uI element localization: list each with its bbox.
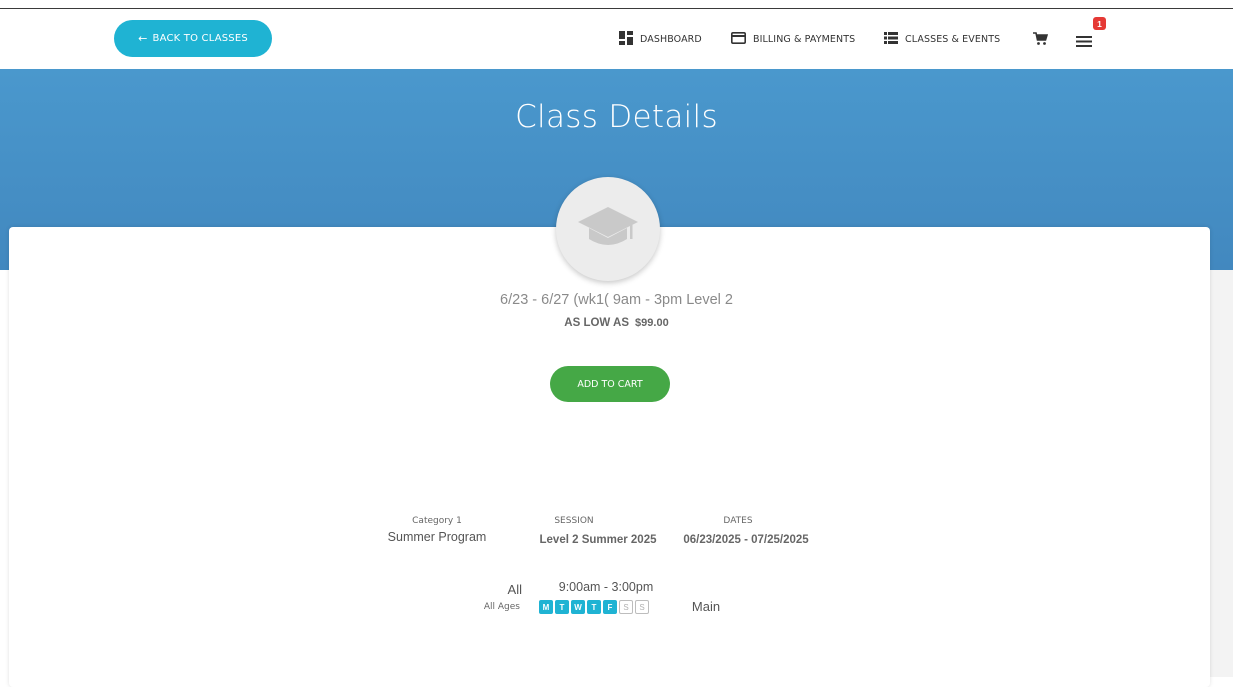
- class-time: 9:00am - 3:00pm: [558, 580, 654, 594]
- nav-classes-label: CLASSES & EVENTS: [905, 33, 1001, 45]
- menu-notification-badge: 1: [1093, 17, 1106, 30]
- session-label: SESSION: [554, 516, 594, 526]
- price-value: $99.00: [635, 317, 669, 329]
- day-wednesday: W: [571, 600, 585, 614]
- day-friday: F: [603, 600, 617, 614]
- age-label: All Ages: [483, 602, 520, 612]
- weekday-schedule: M T W T F S S: [539, 600, 649, 614]
- add-to-cart-button[interactable]: ADD TO CART: [550, 366, 670, 402]
- day-monday: M: [539, 600, 553, 614]
- dates-value: 06/23/2025 - 07/25/2025: [683, 534, 809, 546]
- dashboard-icon: [619, 30, 633, 48]
- cart-icon: [1033, 32, 1049, 50]
- class-title: 6/23 - 6/27 (wk1( 9am - 3pm Level 2: [500, 292, 733, 308]
- top-navbar: ← BACK TO CLASSES DASHBOARD BILLING & PA…: [0, 9, 1233, 69]
- price-line: AS LOW AS $99.00: [0, 317, 1233, 329]
- day-saturday: S: [619, 600, 633, 614]
- category-label: Category 1: [412, 516, 462, 526]
- back-button-label: BACK TO CLASSES: [152, 33, 248, 44]
- graduation-cap-icon: [577, 205, 639, 254]
- list-icon: [884, 31, 898, 47]
- category-value: Summer Program: [387, 530, 487, 544]
- credit-card-icon: [731, 31, 746, 47]
- page-title: Class Details: [515, 99, 718, 135]
- hamburger-menu-icon: [1076, 34, 1092, 51]
- class-avatar: [556, 177, 660, 281]
- menu-button[interactable]: [1076, 34, 1092, 52]
- day-thursday: T: [587, 600, 601, 614]
- nav-classes-events[interactable]: CLASSES & EVENTS: [884, 31, 1000, 47]
- age-value: All: [507, 582, 522, 597]
- nav-billing-payments[interactable]: BILLING & PAYMENTS: [731, 31, 855, 47]
- class-location: Main: [691, 599, 721, 614]
- page-gutter: [1210, 270, 1233, 677]
- day-sunday: S: [635, 600, 649, 614]
- nav-dashboard[interactable]: DASHBOARD: [619, 30, 702, 48]
- price-label: AS LOW AS: [564, 317, 630, 329]
- dates-label: DATES: [723, 516, 753, 526]
- cart-button[interactable]: [1033, 32, 1049, 51]
- session-value: Level 2 Summer 2025: [539, 534, 657, 546]
- arrow-left-icon: ←: [138, 32, 148, 45]
- day-tuesday: T: [555, 600, 569, 614]
- back-to-classes-button[interactable]: ← BACK TO CLASSES: [114, 20, 272, 57]
- nav-billing-label: BILLING & PAYMENTS: [753, 33, 856, 45]
- nav-dashboard-label: DASHBOARD: [640, 33, 702, 45]
